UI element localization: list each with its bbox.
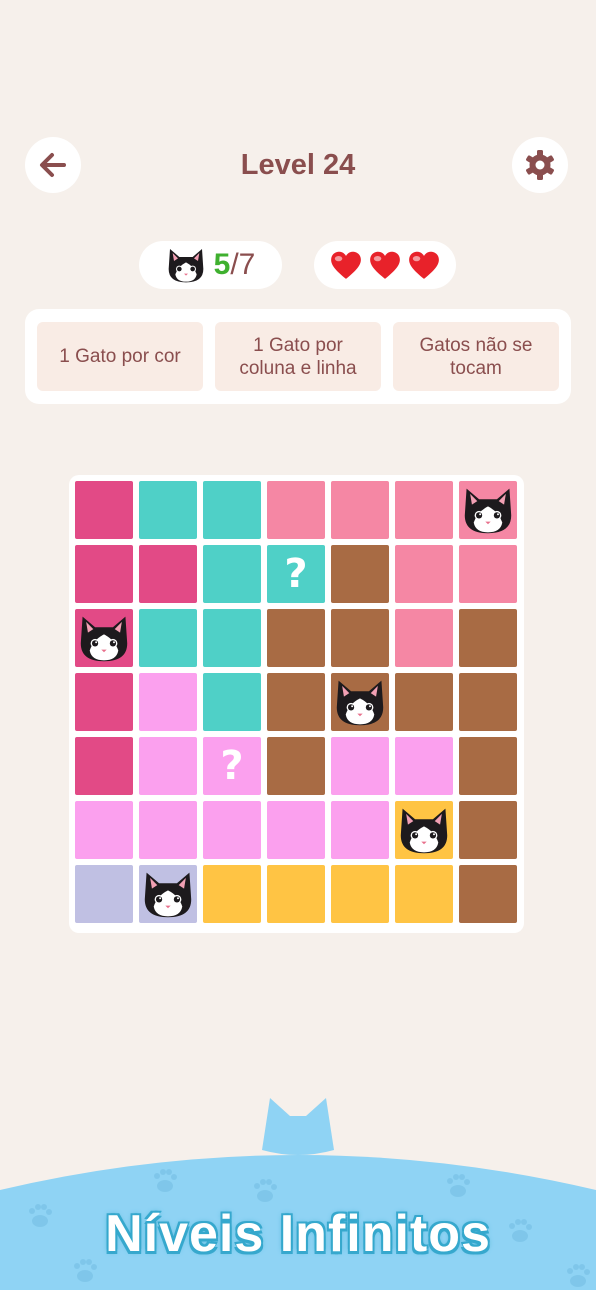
board-cell[interactable] <box>395 673 453 731</box>
board-cell[interactable] <box>395 737 453 795</box>
heart-icon <box>409 251 439 279</box>
board-cell[interactable] <box>139 801 197 859</box>
board-cell[interactable] <box>203 865 261 923</box>
board-cell[interactable] <box>395 545 453 603</box>
board-cell[interactable] <box>139 865 197 923</box>
board-cell[interactable] <box>395 801 453 859</box>
board-cell[interactable] <box>203 609 261 667</box>
cat-face-icon <box>336 680 384 726</box>
rules-panel: 1 Gato por cor 1 Gato por coluna e linha … <box>25 309 571 404</box>
board-cell[interactable] <box>75 737 133 795</box>
cat-ears-icon <box>262 1098 334 1155</box>
board-cell[interactable] <box>395 865 453 923</box>
board-cell[interactable] <box>203 673 261 731</box>
rule-card-one-cat-per-color: 1 Gato por cor <box>37 322 203 391</box>
board-cell[interactable] <box>459 865 517 923</box>
board-cell[interactable] <box>331 737 389 795</box>
board-cell[interactable] <box>459 609 517 667</box>
cat-face-icon <box>464 488 512 534</box>
question-mark: ? <box>284 551 308 597</box>
board-cell[interactable] <box>331 609 389 667</box>
cats-found-count: 5 <box>213 248 231 281</box>
board-cell[interactable] <box>75 865 133 923</box>
board-cell[interactable] <box>459 481 517 539</box>
board-cell[interactable] <box>331 673 389 731</box>
board-cell[interactable] <box>331 865 389 923</box>
board-cell[interactable]: ? <box>267 545 325 603</box>
puzzle-board: ?? <box>69 475 524 933</box>
cats-counter: 5/7 <box>139 241 282 289</box>
board-cell[interactable] <box>75 609 133 667</box>
board-cell[interactable] <box>203 545 261 603</box>
board-cell[interactable]: ? <box>203 737 261 795</box>
board-cell[interactable] <box>459 737 517 795</box>
board-cell[interactable] <box>331 481 389 539</box>
cats-total-count: /7 <box>230 248 256 281</box>
board-cell[interactable] <box>331 801 389 859</box>
board-cell[interactable] <box>75 801 133 859</box>
board-cell[interactable] <box>75 481 133 539</box>
board-cell[interactable] <box>139 609 197 667</box>
board-cell[interactable] <box>75 673 133 731</box>
board-cell[interactable] <box>75 545 133 603</box>
rule-text: coluna e linha <box>239 357 357 379</box>
cat-face-icon <box>168 249 203 283</box>
board-cell[interactable] <box>459 673 517 731</box>
rule-text: 1 Gato por cor <box>59 346 181 367</box>
rule-card-cats-dont-touch: Gatos não se tocam <box>393 322 559 391</box>
heart-icon <box>331 251 361 279</box>
gear-icon <box>526 150 554 180</box>
rule-text: 1 Gato por <box>253 334 343 356</box>
board-cell[interactable] <box>331 545 389 603</box>
board-cell[interactable] <box>459 545 517 603</box>
rule-text: tocam <box>450 357 502 379</box>
cat-face-icon <box>144 872 192 918</box>
cat-face-icon <box>400 808 448 854</box>
board-cell[interactable] <box>267 609 325 667</box>
board-cell[interactable] <box>395 481 453 539</box>
heart-icon <box>370 251 400 279</box>
board-cell[interactable] <box>139 737 197 795</box>
question-mark: ? <box>220 743 244 789</box>
board-cell[interactable] <box>203 801 261 859</box>
banner-title: Níveis Infinitos <box>105 1205 491 1263</box>
board-cell[interactable] <box>267 481 325 539</box>
level-title: Level 24 <box>240 149 356 181</box>
board-cell[interactable] <box>395 609 453 667</box>
board-cell[interactable] <box>267 737 325 795</box>
board-cell[interactable] <box>267 865 325 923</box>
rule-card-one-cat-per-row-column: 1 Gato por coluna e linha <box>215 322 381 391</box>
board-cell[interactable] <box>139 481 197 539</box>
board-cell[interactable] <box>459 801 517 859</box>
rule-text: Gatos não se <box>419 334 533 356</box>
lives-indicator <box>314 241 456 289</box>
board-cell[interactable] <box>203 481 261 539</box>
board-cell[interactable] <box>139 673 197 731</box>
settings-button[interactable] <box>512 137 568 193</box>
board-cell[interactable] <box>267 801 325 859</box>
board-cell[interactable] <box>139 545 197 603</box>
board-cell[interactable] <box>267 673 325 731</box>
cat-face-icon <box>80 616 128 662</box>
